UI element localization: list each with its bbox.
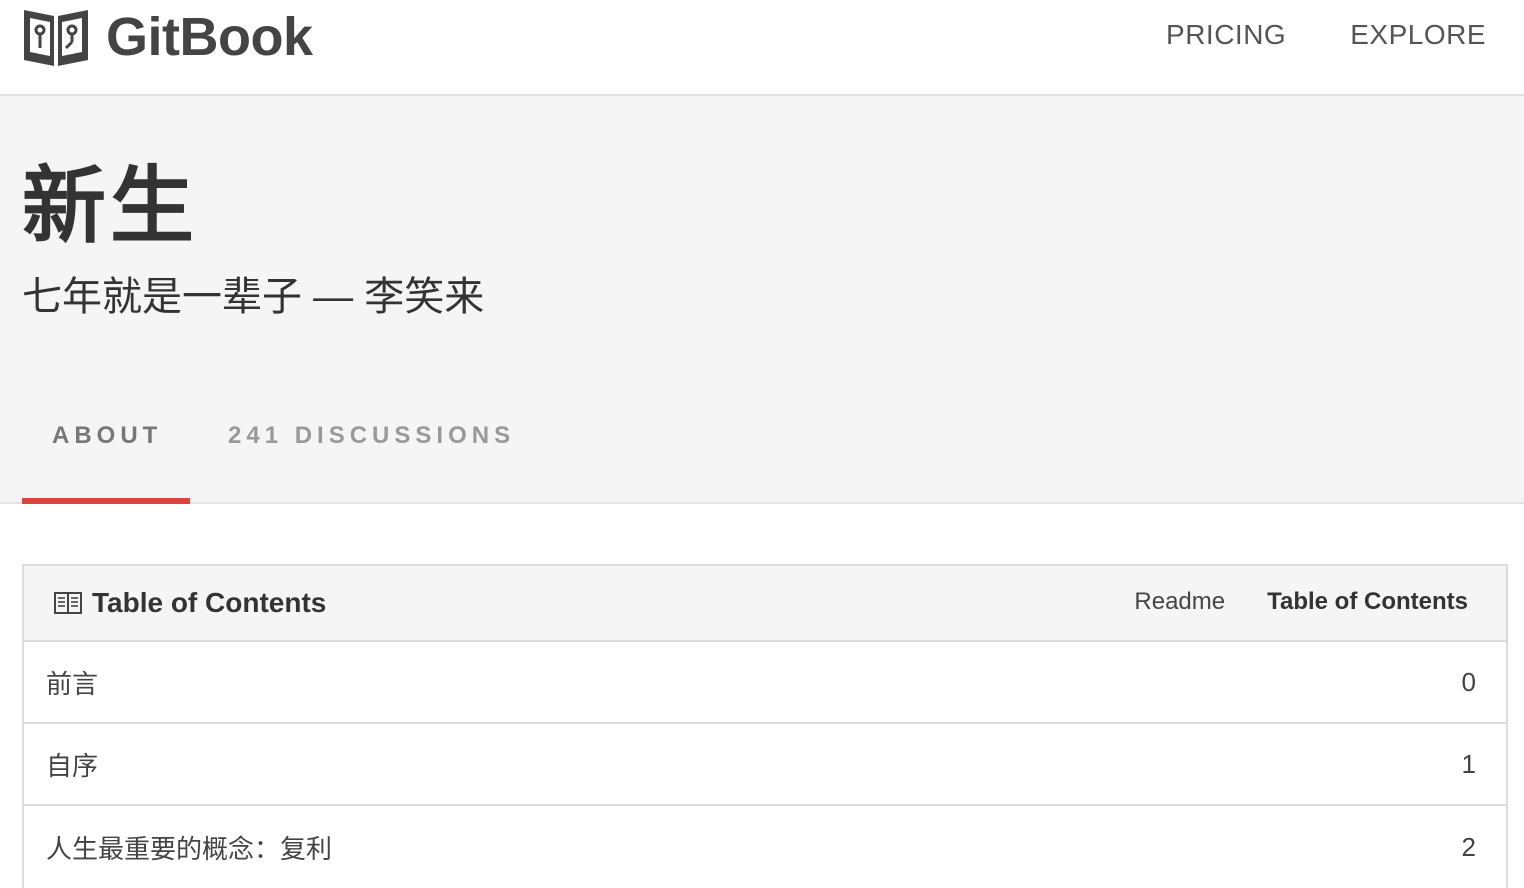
gitbook-logo-icon <box>24 10 88 66</box>
book-tabs: ABOUT 241 DISCUSSIONS <box>22 406 515 504</box>
nav-explore-link[interactable]: EXPLORE <box>1350 18 1486 52</box>
toc-row-number: 1 <box>1461 748 1476 779</box>
table-of-contents-panel: Table of Contents Readme Table of Conten… <box>22 564 1508 888</box>
toc-row-label: 人生最重要的概念：复利 <box>46 833 333 864</box>
tab-discussions[interactable]: 241 DISCUSSIONS <box>228 406 515 504</box>
book-description: 七年就是一辈子 — 李笑来 <box>22 275 485 319</box>
table-of-contents-link[interactable]: Table of Contents <box>1267 586 1468 618</box>
top-navbar: GitBook PRICING EXPLORE <box>0 0 1524 96</box>
toc-row-label: 自序 <box>46 750 99 781</box>
toc-header: Table of Contents Readme Table of Conten… <box>24 566 1506 642</box>
book-open-icon <box>54 592 82 614</box>
book-title: 新生 <box>22 159 199 253</box>
toc-header-links: Readme Table of Contents <box>1092 586 1468 618</box>
toc-row[interactable]: 前言 0 <box>24 642 1506 724</box>
readme-link[interactable]: Readme <box>1134 586 1225 618</box>
book-hero: 新生 七年就是一辈子 — 李笑来 ABOUT 241 DISCUSSIONS <box>0 96 1524 504</box>
toc-title: Table of Contents <box>92 587 327 618</box>
toc-row-number: 2 <box>1461 831 1476 862</box>
top-nav: PRICING EXPLORE <box>1102 18 1486 52</box>
gitbook-logo-link[interactable]: GitBook <box>22 6 313 68</box>
tab-about[interactable]: ABOUT <box>22 406 190 504</box>
nav-pricing-link[interactable]: PRICING <box>1166 18 1286 52</box>
toc-row-label: 前言 <box>46 668 99 699</box>
logo-text: GitBook <box>106 7 313 67</box>
toc-row[interactable]: 自序 1 <box>24 724 1506 806</box>
toc-row-number: 0 <box>1461 666 1476 697</box>
toc-row[interactable]: 人生最重要的概念：复利 2 <box>24 806 1506 888</box>
